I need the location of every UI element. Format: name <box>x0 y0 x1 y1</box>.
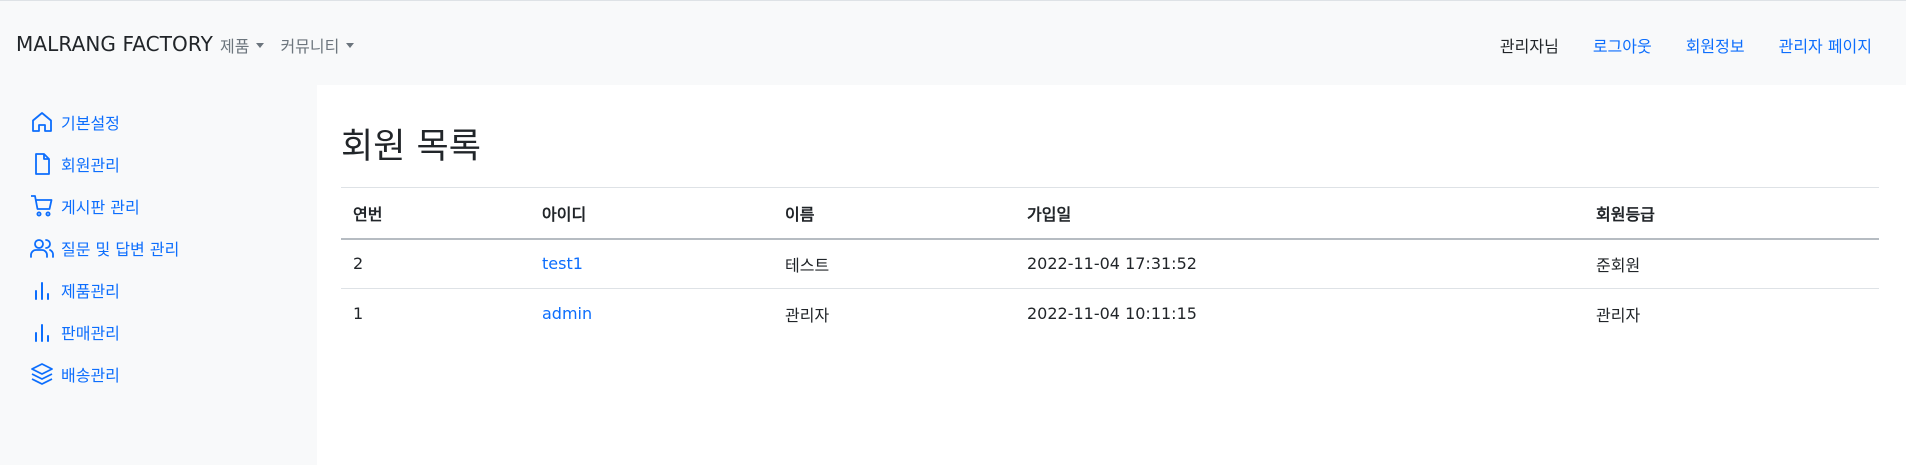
column-header-joined: 가입일 <box>1027 204 1072 224</box>
nav-menu-community-label: 커뮤니티 <box>280 37 340 56</box>
bar-chart-icon <box>35 282 49 300</box>
caret-down-icon <box>256 42 265 48</box>
sidebar-item-label: 기본설정 <box>61 114 120 133</box>
layers-icon <box>31 363 53 385</box>
cell-no: 1 <box>353 304 364 324</box>
bar-chart-icon <box>35 324 49 342</box>
caret-down-icon <box>346 42 355 48</box>
cell-name: 테스트 <box>785 255 830 275</box>
shopping-cart-icon <box>31 195 53 217</box>
column-header-name: 이름 <box>785 204 815 224</box>
cell-id: test1 <box>530 239 773 289</box>
sidebar-item-label: 게시판 관리 <box>61 198 140 217</box>
nav-menu-products-label: 제품 <box>220 37 250 56</box>
users-icon <box>30 239 54 258</box>
sidebar-item-members[interactable]: 회원관리 <box>30 152 120 176</box>
admin-page-link[interactable]: 관리자 페이지 <box>1779 33 1872 57</box>
nav-menu-products[interactable]: 제품 <box>220 33 265 57</box>
member-table: 연번 아이디 이름 가입일 회원등급 2 test1 테스트 2022-11-0… <box>341 187 1879 339</box>
home-icon <box>32 112 52 132</box>
nav-menu-community[interactable]: 커뮤니티 <box>280 33 355 57</box>
cell-grade: 준회원 <box>1596 255 1641 275</box>
cell-joined: 2022-11-04 17:31:52 <box>1027 254 1197 274</box>
column-header-id: 아이디 <box>542 204 587 224</box>
sidebar-item-label: 질문 및 답변 관리 <box>61 240 180 259</box>
cell-id: admin <box>530 289 773 339</box>
cell-no: 2 <box>353 254 364 274</box>
brand-logo[interactable]: MALRANG FACTORY <box>16 32 213 56</box>
sidebar-item-sales[interactable]: 판매관리 <box>30 320 120 344</box>
column-header-grade: 회원등급 <box>1596 204 1655 224</box>
table-header-row: 연번 아이디 이름 가입일 회원등급 <box>341 187 1879 239</box>
page-title: 회원 목록 <box>341 127 481 167</box>
table-row: 2 test1 테스트 2022-11-04 17:31:52 준회원 <box>341 239 1879 289</box>
cell-name: 관리자 <box>785 305 830 325</box>
sidebar-item-board[interactable]: 게시판 관리 <box>30 194 140 218</box>
nav-menus: 제품 커뮤니티 <box>220 33 355 57</box>
sidebar-item-label: 판매관리 <box>61 324 120 343</box>
sidebar: 기본설정 회원관리 게시판 관리 질문 및 답변 관리 제품관리 판매관리 배송… <box>0 85 317 465</box>
nav-user-links: 관리자님 로그아웃 회원정보 관리자 페이지 <box>1500 33 1872 57</box>
sidebar-item-qna[interactable]: 질문 및 답변 관리 <box>30 236 179 260</box>
sidebar-item-products[interactable]: 제품관리 <box>30 278 120 302</box>
sidebar-item-basic-settings[interactable]: 기본설정 <box>30 110 120 134</box>
column-header-no: 연번 <box>353 204 383 224</box>
sidebar-item-shipping[interactable]: 배송관리 <box>30 362 120 386</box>
sidebar-item-label: 배송관리 <box>61 366 120 385</box>
member-id-link[interactable]: admin <box>542 304 592 323</box>
table-row: 1 admin 관리자 2022-11-04 10:11:15 관리자 <box>341 289 1879 339</box>
cell-joined: 2022-11-04 10:11:15 <box>1027 304 1197 324</box>
logout-link[interactable]: 로그아웃 <box>1593 33 1652 57</box>
file-icon <box>35 153 50 175</box>
member-id-link[interactable]: test1 <box>542 254 583 273</box>
member-info-link[interactable]: 회원정보 <box>1686 33 1745 57</box>
top-navbar: MALRANG FACTORY 제품 커뮤니티 관리자님 로그아웃 회원정보 관… <box>0 0 1906 85</box>
user-greeting: 관리자님 <box>1499 37 1559 56</box>
sidebar-item-label: 제품관리 <box>61 282 120 301</box>
sidebar-item-label: 회원관리 <box>61 156 120 175</box>
cell-grade: 관리자 <box>1596 305 1641 325</box>
